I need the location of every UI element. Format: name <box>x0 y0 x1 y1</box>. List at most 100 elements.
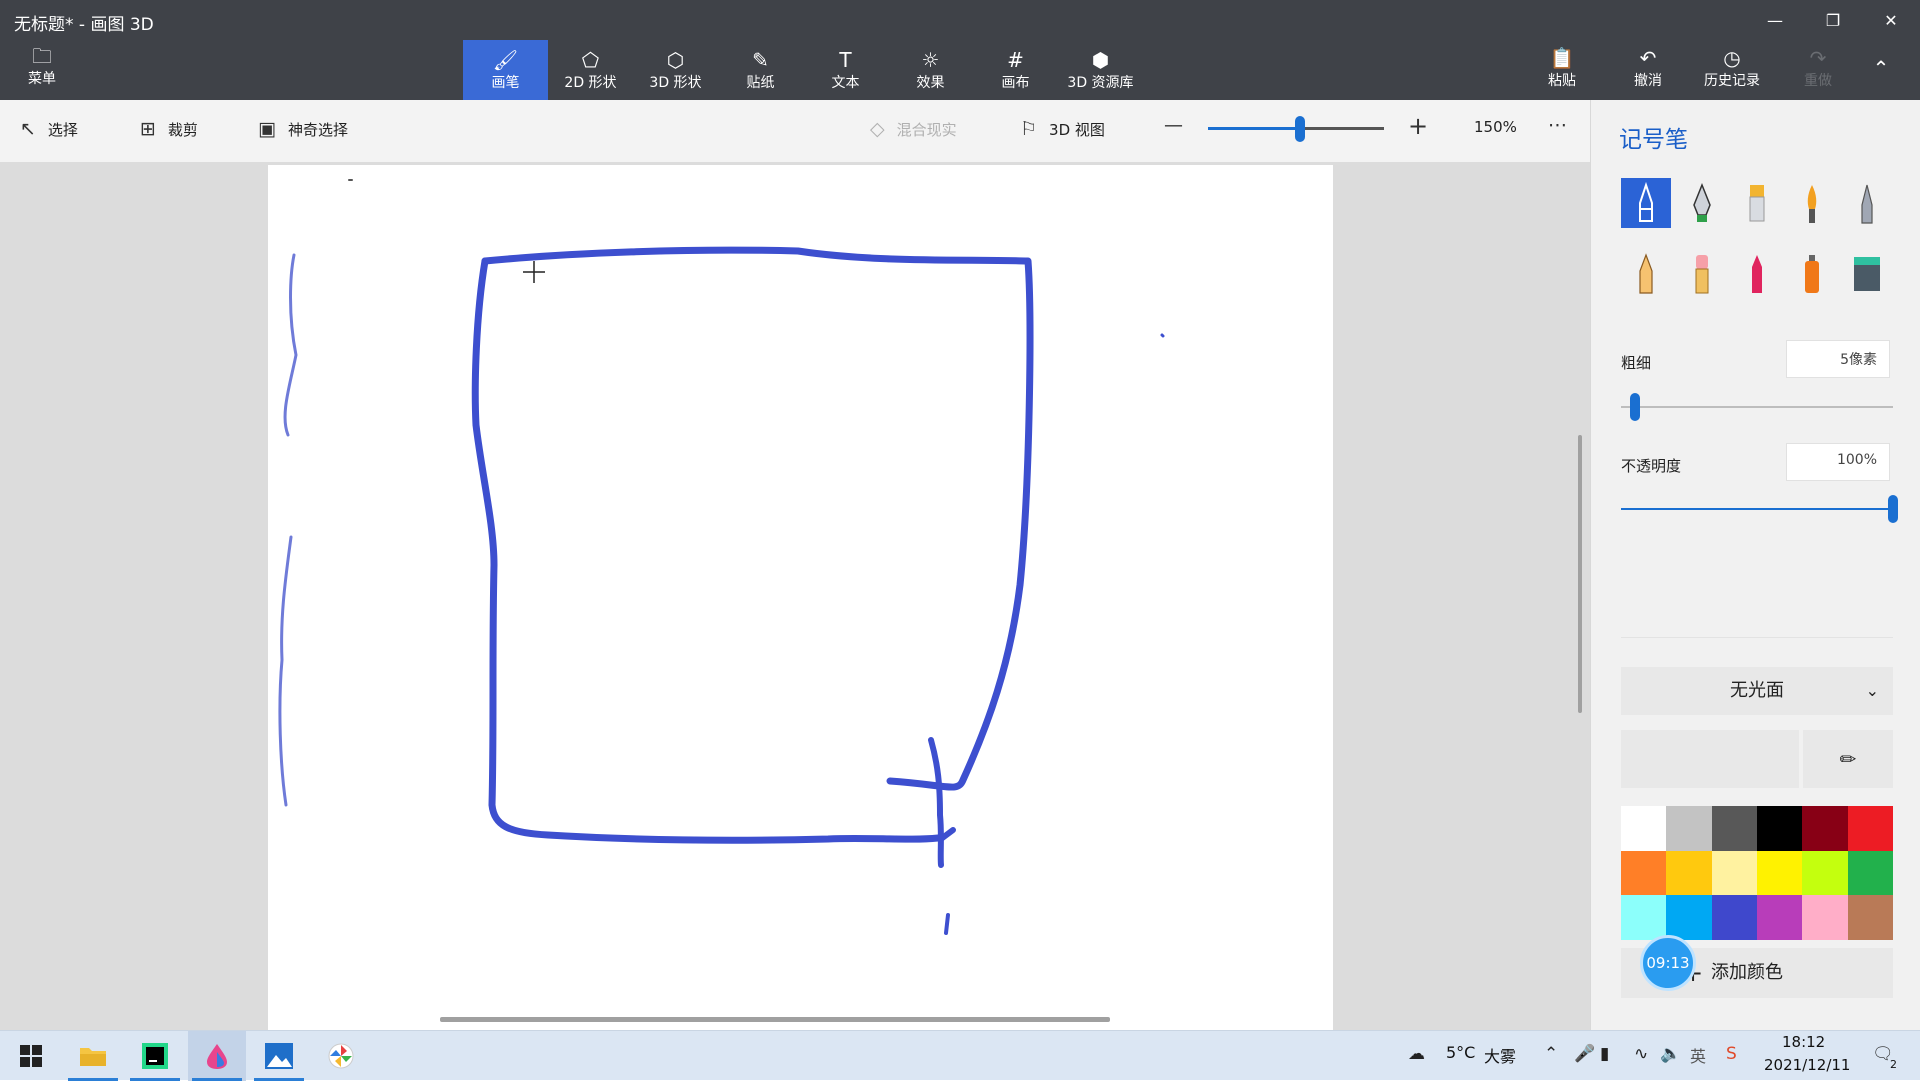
vertical-scrollbar[interactable] <box>1578 435 1582 713</box>
panel-divider <box>1621 637 1893 638</box>
taskbar-paint-3d[interactable] <box>188 1031 246 1081</box>
battery-icon[interactable]: ▮ <box>1600 1044 1609 1064</box>
eraser-brush[interactable] <box>1677 248 1727 298</box>
undo-button[interactable]: ↶ 撤消 <box>1608 46 1688 90</box>
collapse-ribbon-button[interactable]: ⌃ <box>1856 56 1906 80</box>
color-swatch[interactable] <box>1666 895 1712 940</box>
color-swatch[interactable] <box>1802 895 1848 940</box>
tab-2d-shapes[interactable]: ⬠ 2D 形状 <box>548 40 633 100</box>
redo-button[interactable]: ↷ 重做 <box>1778 46 1858 90</box>
zoom-in-button[interactable]: + <box>1408 112 1428 140</box>
color-swatch[interactable] <box>1711 895 1757 940</box>
paste-button[interactable]: 📋 粘贴 <box>1522 46 1602 90</box>
pinwheel-icon <box>328 1043 354 1069</box>
pencil-brush[interactable] <box>1621 248 1671 298</box>
restore-button[interactable]: ❐ <box>1810 0 1856 40</box>
canvas-dot <box>1160 333 1165 338</box>
sun-icon: ☼ <box>921 48 940 72</box>
ime-indicator[interactable]: 英 <box>1690 1043 1706 1067</box>
minimize-button[interactable]: — <box>1752 0 1798 40</box>
wifi-icon[interactable]: ∿ <box>1634 1044 1648 1064</box>
tab-canvas[interactable]: # 画布 <box>973 40 1058 100</box>
color-swatch[interactable] <box>1756 806 1803 851</box>
color-swatch[interactable] <box>1621 895 1667 940</box>
color-swatch[interactable] <box>1847 850 1893 896</box>
eyedropper-button[interactable]: ✏ <box>1803 730 1893 788</box>
color-swatch[interactable] <box>1847 895 1893 940</box>
taskbar-photos[interactable] <box>250 1031 308 1081</box>
taskbar-pycharm[interactable] <box>126 1031 184 1081</box>
tab-3d-library[interactable]: ⬢ 3D 资源库 <box>1058 40 1143 100</box>
finish-value: 无光面 <box>1730 680 1784 701</box>
crop-tool[interactable]: ⊞ 裁剪 <box>140 118 198 140</box>
oil-brush[interactable] <box>1732 178 1782 228</box>
select-tool[interactable]: ↖ 选择 <box>20 118 78 140</box>
taskbar-file-explorer[interactable] <box>64 1031 122 1081</box>
mixed-reality-button[interactable]: ◇ 混合现实 <box>870 118 957 140</box>
volume-icon[interactable]: 🔈 <box>1660 1044 1681 1064</box>
zoom-out-button[interactable]: — <box>1164 114 1183 136</box>
spray-can-brush[interactable] <box>1787 248 1837 298</box>
color-swatch[interactable] <box>1666 850 1712 896</box>
color-swatch[interactable] <box>1847 806 1893 851</box>
notification-count: 2 <box>1890 1058 1897 1071</box>
tab-label: 3D 资源库 <box>1067 75 1134 91</box>
add-color-label: 添加颜色 <box>1711 962 1783 983</box>
menu-button[interactable]: 🗀 菜单 <box>14 44 70 96</box>
crosshair-cursor <box>523 261 545 283</box>
view-3d-button[interactable]: ⚐ 3D 视图 <box>1020 118 1105 140</box>
color-swatch[interactable] <box>1756 850 1803 896</box>
opacity-input[interactable]: 100% <box>1786 443 1890 481</box>
opacity-slider-thumb[interactable] <box>1888 495 1898 523</box>
floating-clock-widget[interactable]: 09:13 <box>1640 935 1696 991</box>
taskbar-app-pinwheel[interactable] <box>312 1031 370 1081</box>
thickness-slider-thumb[interactable] <box>1629 393 1640 421</box>
zoom-level[interactable]: 150% <box>1474 118 1517 136</box>
drawing-canvas[interactable] <box>268 165 1333 1030</box>
spray-can-icon <box>1805 255 1819 293</box>
weather-desc[interactable]: 大雾 <box>1484 1043 1516 1067</box>
history-button[interactable]: ◷ 历史记录 <box>1692 46 1772 90</box>
marker-brush[interactable] <box>1621 178 1671 228</box>
start-button[interactable] <box>2 1031 60 1081</box>
calligraphy-pen-icon <box>1693 182 1711 222</box>
magic-select-tool[interactable]: ▣ 神奇选择 <box>258 118 348 140</box>
close-button[interactable]: ✕ <box>1868 0 1914 40</box>
weather-temp[interactable]: 5°C <box>1446 1043 1475 1062</box>
tab-3d-shapes[interactable]: ⬡ 3D 形状 <box>633 40 718 100</box>
tab-brushes[interactable]: 🖌 画笔 <box>463 40 548 100</box>
sticker-icon: ✎ <box>752 48 769 72</box>
color-swatch[interactable] <box>1621 806 1667 851</box>
chevron-up-icon[interactable]: ⌃ <box>1544 1044 1558 1064</box>
crayon-brush[interactable] <box>1732 248 1782 298</box>
sogou-input-icon[interactable]: S <box>1726 1044 1737 1064</box>
horizontal-scrollbar[interactable] <box>440 1017 1110 1022</box>
color-swatch[interactable] <box>1756 895 1803 940</box>
more-options-button[interactable]: ⋯ <box>1548 114 1567 136</box>
menu-label: 菜单 <box>28 71 56 87</box>
color-swatch[interactable] <box>1621 850 1667 896</box>
color-swatch[interactable] <box>1711 806 1757 851</box>
calligraphy-pen-brush[interactable] <box>1677 178 1727 228</box>
thickness-slider-track[interactable] <box>1621 406 1893 408</box>
canvas-drawing <box>278 179 1165 935</box>
color-swatch[interactable] <box>1711 850 1757 896</box>
color-swatch[interactable] <box>1666 806 1712 851</box>
tab-stickers[interactable]: ✎ 贴纸 <box>718 40 803 100</box>
clock-time[interactable]: 18:12 <box>1782 1033 1825 1051</box>
pencil-icon <box>1639 253 1653 294</box>
tab-text[interactable]: T 文本 <box>803 40 888 100</box>
color-swatch[interactable] <box>1802 806 1848 851</box>
opacity-slider-track[interactable] <box>1621 508 1893 510</box>
clock-date[interactable]: 2021/12/11 <box>1764 1056 1850 1074</box>
tab-effects[interactable]: ☼ 效果 <box>888 40 973 100</box>
finish-dropdown[interactable]: 无光面 ⌄ <box>1621 667 1893 715</box>
zoom-slider-thumb[interactable] <box>1294 116 1305 142</box>
watercolor-brush[interactable] <box>1787 178 1837 228</box>
fill-brush[interactable] <box>1842 248 1892 298</box>
pixel-pen-brush[interactable] <box>1842 178 1892 228</box>
redo-icon: ↷ <box>1809 46 1827 70</box>
microphone-icon[interactable]: 🎤 <box>1574 1044 1595 1064</box>
thickness-input[interactable]: 5像素 <box>1786 340 1890 378</box>
color-swatch[interactable] <box>1802 850 1848 896</box>
